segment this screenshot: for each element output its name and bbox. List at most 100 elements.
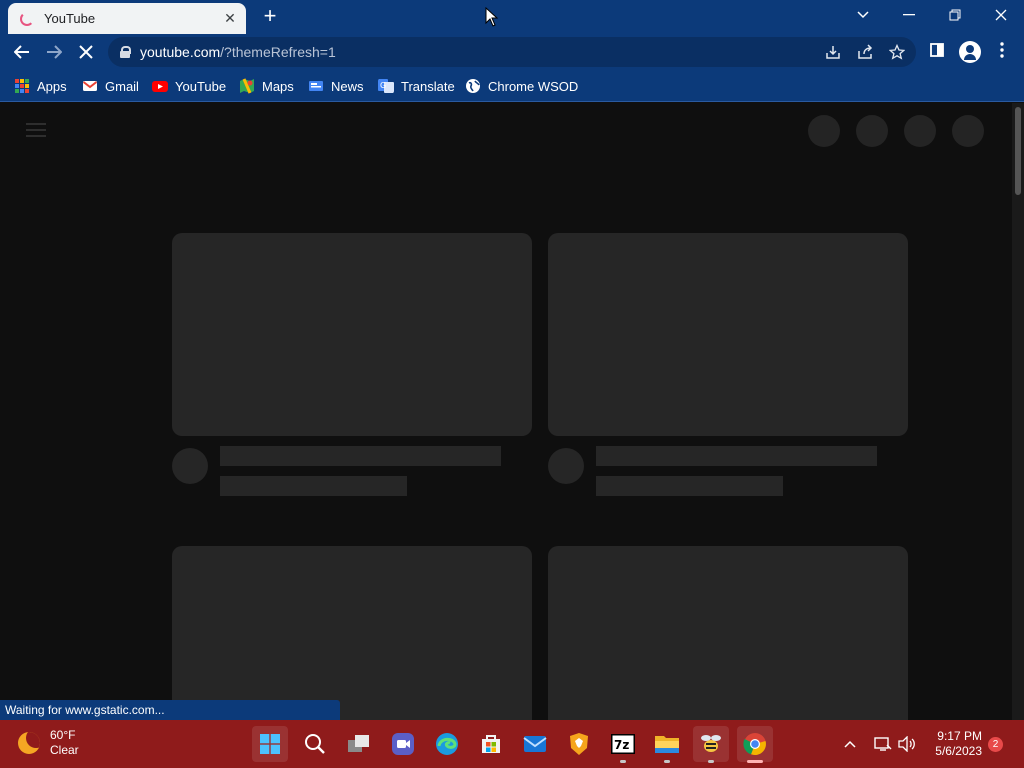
close-window-button[interactable]: [978, 0, 1024, 30]
notification-badge[interactable]: 2: [988, 737, 1003, 752]
url-path: /?themeRefresh=1: [220, 44, 336, 60]
bookmark-gmail[interactable]: Gmail: [82, 76, 139, 96]
hamburger-menu-icon[interactable]: [26, 123, 46, 137]
share-icon[interactable]: [856, 44, 874, 60]
running-indicator: [620, 760, 626, 763]
bookmark-apps[interactable]: Apps: [14, 76, 67, 96]
windows-taskbar: 60°F Clear 7z 9:17 PM 5/6/2023: [0, 720, 1024, 768]
skeleton-thumbnail: [548, 233, 908, 436]
chrome-icon: [743, 733, 766, 756]
new-tab-button[interactable]: +: [258, 5, 282, 28]
news-icon: [309, 81, 323, 91]
bookmark-maps[interactable]: Maps: [239, 76, 294, 96]
task-view-icon: [348, 735, 369, 752]
translate-icon: G: [378, 79, 394, 93]
store-icon: [482, 735, 500, 753]
scrollbar-thumb[interactable]: [1015, 107, 1021, 195]
page-content: [0, 103, 1024, 720]
bookmark-label: Chrome WSOD: [488, 78, 579, 94]
gmail-icon: [82, 81, 98, 91]
bookmark-youtube[interactable]: YouTube: [152, 76, 226, 96]
menu-kebab-icon[interactable]: [992, 42, 1012, 62]
restore-button[interactable]: [932, 0, 978, 30]
skeleton-thumbnail: [172, 546, 532, 720]
side-panel-icon[interactable]: [927, 42, 947, 62]
active-indicator: [747, 760, 763, 763]
tray-overflow-chevron-icon[interactable]: [844, 720, 856, 768]
minimize-button[interactable]: [886, 0, 932, 30]
bookmark-label: YouTube: [175, 78, 227, 94]
weather-condition: Clear: [50, 743, 79, 757]
task-view-button[interactable]: [341, 726, 377, 762]
skeleton-circle: [952, 115, 984, 147]
tab-close-icon[interactable]: ✕: [220, 9, 240, 29]
weather-widget[interactable]: 60°F Clear: [18, 728, 79, 758]
brave-icon: [570, 733, 588, 755]
tab-search-button[interactable]: [840, 0, 886, 30]
restore-icon: [949, 9, 961, 21]
7zip-icon: 7z: [611, 734, 635, 754]
bookmark-chrome-wsod[interactable]: Chrome WSOD: [465, 76, 578, 96]
globe-icon: [466, 79, 480, 93]
mouse-cursor-icon: [485, 7, 498, 27]
skeleton-circle: [808, 115, 840, 147]
weather-temp: 60°F: [50, 728, 76, 742]
minimize-icon: [903, 14, 915, 16]
moon-icon: [18, 732, 40, 754]
skeleton-avatar: [548, 448, 584, 484]
folder-icon: [655, 736, 679, 753]
taskbar-7zip[interactable]: 7z: [605, 726, 641, 763]
bookmark-label: News: [331, 78, 364, 94]
apps-grid-icon: [14, 78, 30, 94]
skeleton-avatar: [172, 448, 208, 484]
clock-date: 5/6/2023: [935, 744, 982, 758]
skeleton-title-line: [596, 446, 877, 466]
lock-icon: [120, 46, 131, 58]
bookmark-label: Translate: [401, 78, 455, 94]
bookmark-label: Gmail: [105, 78, 139, 94]
back-button[interactable]: [8, 38, 36, 66]
taskbar-file-explorer[interactable]: [649, 726, 685, 763]
browser-toolbar: youtube.com/?themeRefresh=1: [0, 34, 1024, 70]
taskbar-bee-app[interactable]: [693, 726, 729, 763]
taskbar-edge[interactable]: [429, 726, 465, 762]
youtube-icon: [152, 81, 168, 92]
taskbar-clock[interactable]: 9:17 PM 5/6/2023: [920, 729, 982, 759]
chevron-down-icon: [857, 11, 869, 19]
volume-icon[interactable]: [898, 720, 916, 768]
url-text: youtube.com/?themeRefresh=1: [140, 44, 336, 60]
windows-logo-icon: [260, 734, 280, 754]
profile-avatar-icon[interactable]: [959, 41, 981, 63]
loading-spinner-icon: [20, 11, 34, 26]
skeleton-title-line: [220, 446, 501, 466]
bee-app-icon: [701, 735, 721, 752]
address-bar[interactable]: youtube.com/?themeRefresh=1: [108, 37, 916, 67]
taskbar-brave[interactable]: [561, 726, 597, 762]
install-app-icon[interactable]: [824, 44, 842, 60]
search-icon: [305, 734, 325, 754]
taskbar-mail[interactable]: [517, 726, 553, 762]
start-button[interactable]: [252, 726, 288, 762]
scrollbar[interactable]: [1012, 103, 1024, 720]
mail-icon: [523, 736, 547, 752]
svg-text:G: G: [380, 81, 386, 90]
svg-text:7z: 7z: [614, 738, 629, 752]
bookmark-news[interactable]: News: [308, 76, 364, 96]
arrow-right-icon: [47, 45, 62, 59]
taskbar-store[interactable]: [473, 726, 509, 762]
skeleton-circle: [904, 115, 936, 147]
taskbar-meet[interactable]: [385, 726, 421, 762]
forward-button[interactable]: [40, 38, 68, 66]
maps-icon: [240, 78, 254, 94]
network-icon[interactable]: [874, 720, 892, 768]
bookmark-star-icon[interactable]: [888, 43, 906, 60]
close-icon: [995, 9, 1007, 21]
skeleton-meta-line: [596, 476, 783, 496]
taskbar-search-button[interactable]: [297, 726, 333, 762]
running-indicator: [664, 760, 670, 763]
bookmark-translate[interactable]: G Translate: [378, 76, 455, 96]
stop-loading-button[interactable]: [72, 38, 100, 66]
skeleton-circle: [856, 115, 888, 147]
taskbar-chrome[interactable]: [737, 726, 773, 763]
tab-youtube[interactable]: YouTube ✕: [8, 3, 246, 34]
